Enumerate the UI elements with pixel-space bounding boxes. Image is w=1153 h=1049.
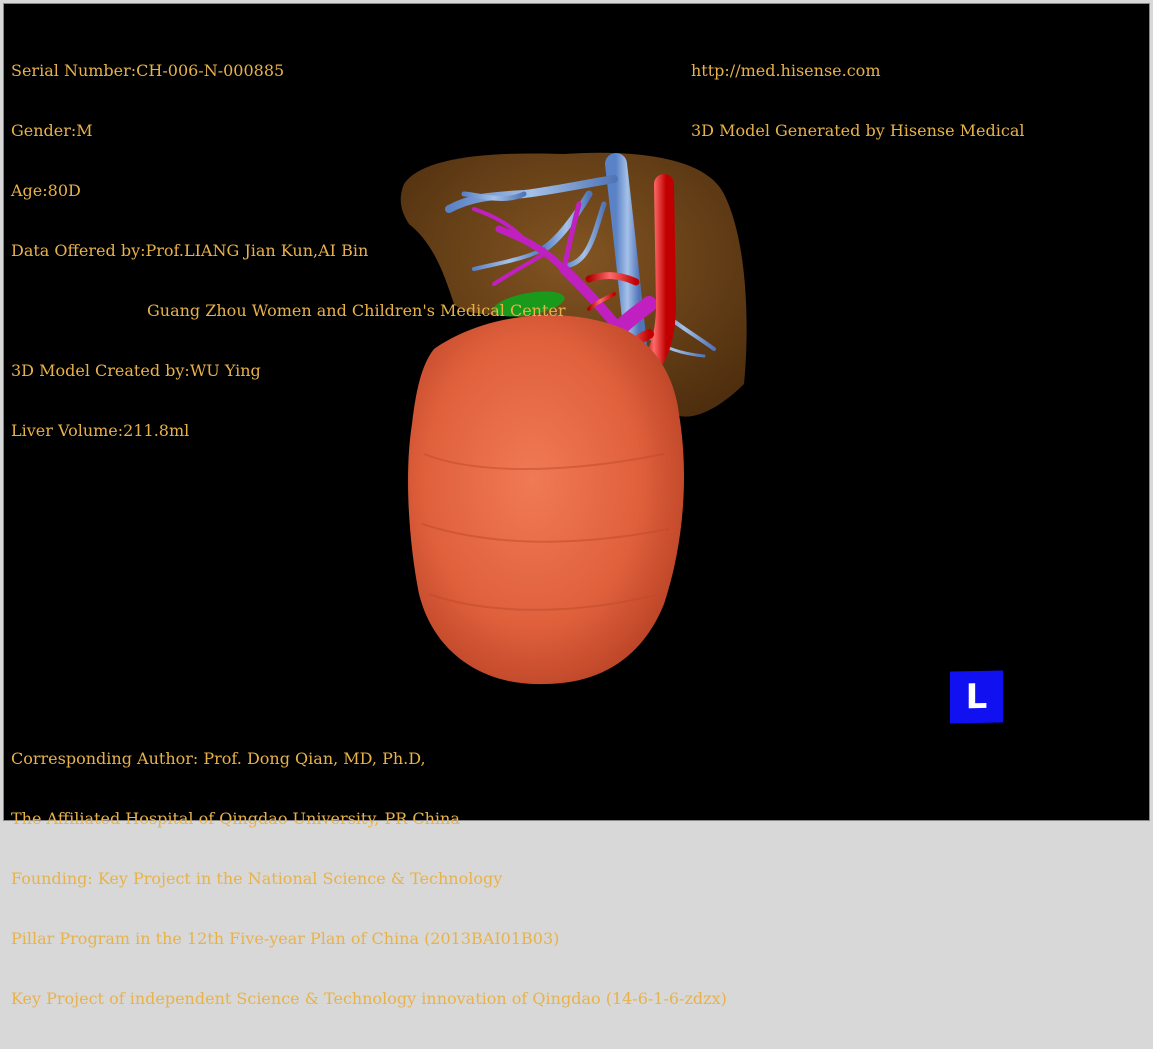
key-project: Key Project of independent Science & Tec… [11, 989, 727, 1008]
render-viewport[interactable]: Serial Number:CH-006-N-000885 Gender:M A… [3, 3, 1150, 1008]
founding: Founding: Key Project in the National Sc… [11, 869, 503, 888]
orientation-cube[interactable]: L [950, 670, 1003, 724]
vendor-info-panel: http://med.hisense.com 3D Model Generate… [691, 21, 1024, 181]
serial-number: Serial Number:CH-006-N-000885 [11, 61, 285, 80]
orientation-label: L [965, 676, 988, 718]
vendor-url: http://med.hisense.com [691, 61, 881, 80]
corresponding-author: Corresponding Author: Prof. Dong Qian, M… [11, 749, 426, 768]
age: Age:80D [11, 181, 81, 200]
gender: Gender:M [11, 121, 93, 140]
liver-volume: Liver Volume:211.8ml [11, 421, 190, 440]
credits-panel: Corresponding Author: Prof. Dong Qian, M… [11, 709, 727, 1049]
pillar-program: Pillar Program in the 12th Five-year Pla… [11, 929, 560, 948]
study-info-panel: Serial Number:CH-006-N-000885 Gender:M A… [11, 21, 566, 481]
generated-by: 3D Model Generated by Hisense Medical [691, 121, 1025, 140]
institution: Guang Zhou Women and Children's Medical … [147, 301, 566, 320]
data-offered-by: Data Offered by:Prof.LIANG Jian Kun,AI B… [11, 241, 369, 260]
model-created-by: 3D Model Created by:WU Ying [11, 361, 261, 380]
hospital: The Affiliated Hospital of Qingdao Unive… [11, 809, 460, 828]
